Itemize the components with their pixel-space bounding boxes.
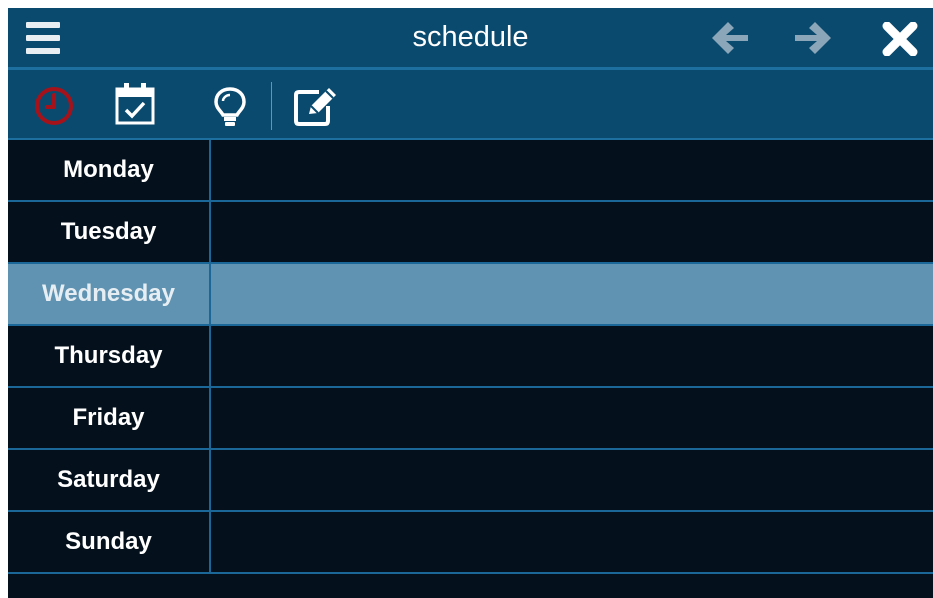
day-label: Saturday	[57, 466, 160, 493]
day-schedule-cell[interactable]	[210, 264, 933, 324]
day-label: Tuesday	[60, 218, 157, 245]
calendar-button[interactable]	[113, 83, 157, 128]
day-label: Thursday	[54, 342, 163, 369]
forward-button[interactable]	[793, 20, 833, 56]
day-schedule-cell[interactable]	[210, 512, 933, 572]
day-label: Wednesday	[42, 280, 175, 307]
back-button[interactable]	[710, 20, 750, 56]
hamburger-menu-icon[interactable]	[26, 22, 60, 54]
calendar-check-icon	[115, 83, 155, 125]
day-row-thursday[interactable]: Thursday	[8, 326, 933, 388]
day-row-tuesday[interactable]: Tuesday	[8, 202, 933, 264]
day-schedule-cell[interactable]	[210, 450, 933, 510]
lightbulb-icon	[214, 87, 246, 126]
close-icon	[882, 21, 918, 57]
day-list: Monday Tuesday Wednesday Thursday Friday…	[8, 140, 933, 574]
idea-button[interactable]	[208, 84, 252, 128]
clock-icon	[35, 87, 73, 125]
arrow-left-icon	[712, 22, 748, 54]
toolbar	[8, 70, 933, 140]
schedule-window: schedule Monday Tuesday Wednesday Thursd…	[8, 8, 933, 598]
day-label: Friday	[72, 404, 145, 431]
close-button[interactable]	[882, 21, 918, 57]
day-schedule-cell[interactable]	[210, 140, 933, 200]
column-divider	[209, 140, 211, 574]
arrow-right-icon	[795, 22, 831, 54]
clock-button[interactable]	[32, 84, 76, 128]
day-row-friday[interactable]: Friday	[8, 388, 933, 450]
day-row-monday[interactable]: Monday	[8, 140, 933, 202]
day-row-sunday[interactable]: Sunday	[8, 512, 933, 574]
day-schedule-cell[interactable]	[210, 202, 933, 262]
day-row-wednesday[interactable]: Wednesday	[8, 264, 933, 326]
edit-icon	[294, 88, 336, 126]
day-row-saturday[interactable]: Saturday	[8, 450, 933, 512]
day-schedule-cell[interactable]	[210, 388, 933, 448]
day-label: Monday	[63, 156, 154, 183]
title-bar: schedule	[8, 8, 933, 70]
day-schedule-cell[interactable]	[210, 326, 933, 386]
day-label: Sunday	[65, 528, 152, 555]
toolbar-separator	[271, 82, 272, 130]
bottom-empty-area	[8, 574, 933, 598]
edit-button[interactable]	[291, 84, 336, 128]
